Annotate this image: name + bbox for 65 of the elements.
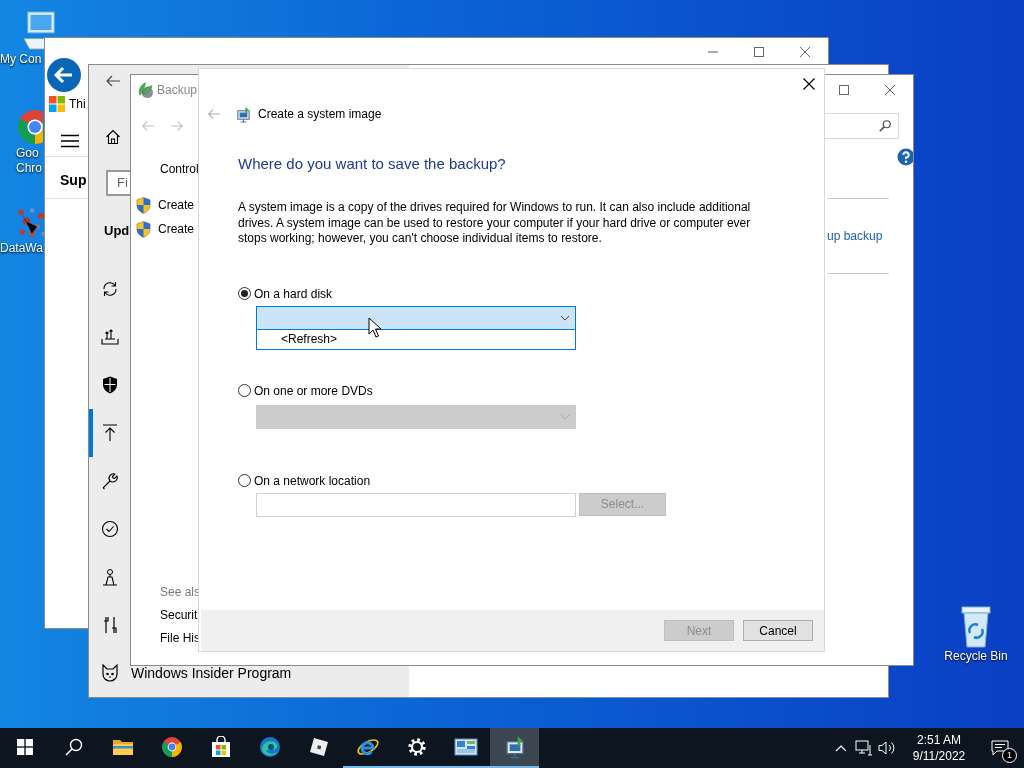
ie-icon [355,736,380,758]
taskbar-button[interactable] [490,728,539,768]
task-link[interactable]: Create [158,197,195,213]
section-heading: Sup [60,171,87,190]
upload-tray-icon [101,328,119,346]
shield-icon [136,220,151,238]
store-bag-icon [209,736,232,758]
description-text: A system image is a copy of the drives required for Windows to run. It can also include additional drives. A system image can be used to restore your computer if your hard drive or computer ever stops working; however, you can't choose individual items to restore. [238,200,752,247]
cube-icon [307,736,330,758]
shield-icon [101,376,119,394]
computer-arrow-icon [235,105,252,123]
check-circle-icon [101,520,119,538]
icon-label: Goo [16,146,39,161]
control-panel-icon [453,738,478,756]
settings-icon [406,737,427,757]
windows-start-icon [16,739,33,755]
menu-icon[interactable] [61,134,79,148]
radio-option[interactable]: On a hard disk [238,285,824,302]
network-icon[interactable] [854,740,873,756]
task-link[interactable]: Create [158,221,195,237]
icon-label: Recycle Bin [944,649,1008,664]
volume-icon[interactable] [877,740,896,756]
cat-icon [101,664,119,682]
icon-label: Chro [16,161,42,176]
icon-label: My Con [0,52,42,67]
radio-option[interactable]: On a network location [238,472,824,489]
close-icon [800,47,810,57]
help-icon[interactable] [897,148,913,166]
close-icon [885,85,895,95]
upload-arrow-icon [101,424,119,442]
chevron-icon [560,314,570,321]
page-title: Thi [69,97,86,111]
chevron-icon [560,413,570,420]
wrench-icon [101,472,119,490]
edge-icon [258,736,281,758]
window-title: Backup [157,83,198,97]
tools-icon [101,616,119,634]
section-heading: Upd [104,222,130,240]
close-icon [803,78,815,90]
show-hidden-icons-icon[interactable] [834,744,847,752]
search-field[interactable]: Fi [106,169,131,196]
icon-label: DataWa [0,241,43,256]
dialog-heading: Where do you want to save the backup? [238,155,507,173]
clock[interactable]: 2:51 AM 9/11/2022 [902,732,976,764]
path-field[interactable] [256,492,576,517]
chrome-icon [160,736,183,758]
folder-icon [111,738,134,756]
shield-icon [136,196,151,214]
backup-app-icon [137,81,154,99]
dropdown-option[interactable]: <Refresh> [257,329,575,349]
home-icon[interactable] [105,128,121,145]
back-button[interactable] [47,58,81,92]
person-pin-icon [101,568,119,586]
dropdown[interactable] [256,305,576,330]
maximize-icon [839,85,849,95]
search-icon [64,738,83,756]
windows-logo-icon [49,96,65,112]
notification-icon[interactable] [991,740,1009,756]
search-icon [878,119,892,133]
sync-icon [101,280,119,298]
task-link[interactable]: up backup [827,229,883,243]
notification-badge: 1 [1002,748,1017,763]
dialog-title: Create a system image [258,107,382,121]
dialog-button[interactable]: Cancel [743,620,813,641]
maximize-icon [754,47,764,57]
